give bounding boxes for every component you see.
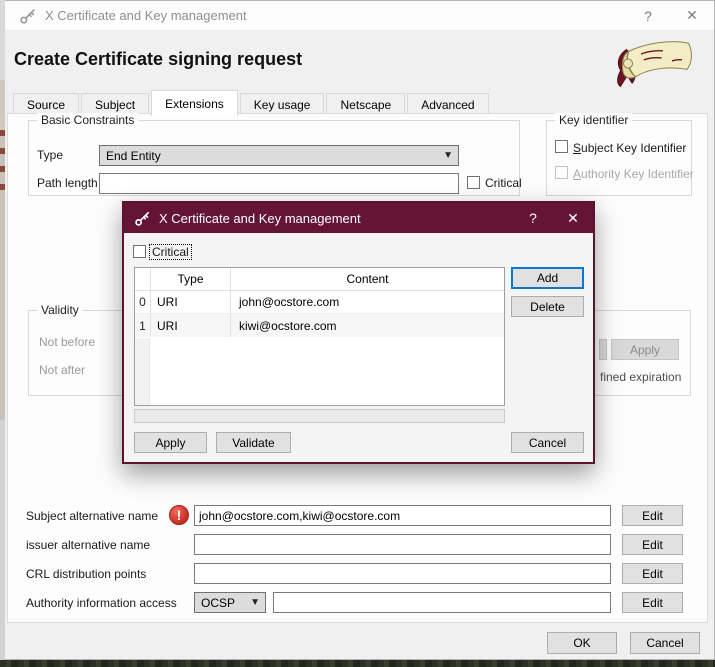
close-button[interactable]: ✕ [670, 1, 714, 30]
basic-constraints-group: Basic Constraints Type End Entity ▼ Path… [28, 120, 520, 196]
path-length-label: Path length [37, 176, 98, 190]
issuer-alt-name-label: issuer alternative name [26, 538, 150, 552]
modal-cancel-button[interactable]: Cancel [511, 432, 584, 453]
hidden-button-sliver [599, 339, 607, 360]
table-row[interactable]: 1 URI kiwi@ocstore.com [135, 314, 504, 337]
row-content[interactable]: john@ocstore.com [230, 291, 504, 313]
horizontal-scrollbar[interactable] [134, 409, 505, 423]
row-content[interactable]: kiwi@ocstore.com [230, 314, 504, 337]
not-after-label: Not after [39, 363, 85, 377]
row-index: 1 [135, 319, 150, 333]
error-icon-glyph: ! [177, 507, 182, 523]
not-before-label: Not before [39, 335, 95, 349]
authority-info-access-combobox-value: OCSP [201, 596, 235, 610]
table-row[interactable]: 0 URI john@ocstore.com [135, 291, 504, 314]
crl-distribution-points-label: CRL distribution points [26, 567, 146, 581]
row-type[interactable]: URI [150, 314, 230, 337]
subject-alt-name-edit-button[interactable]: Edit [622, 505, 683, 526]
crl-distribution-points-edit-button[interactable]: Edit [622, 563, 683, 584]
type-combobox[interactable]: End Entity ▼ [99, 145, 459, 166]
row-type[interactable]: URI [150, 291, 230, 313]
key-icon [19, 7, 37, 25]
authority-info-access-edit-button[interactable]: Edit [622, 592, 683, 613]
content-column-header[interactable]: Content [230, 268, 504, 290]
modal-apply-button[interactable]: Apply [134, 432, 207, 453]
type-column-header[interactable]: Type [150, 268, 230, 290]
authority-info-access-input[interactable] [273, 592, 611, 613]
modal-titlebar: X Certificate and Key management ? ✕ [124, 203, 593, 233]
window-title: X Certificate and Key management [45, 8, 247, 23]
modal-critical-label: Critical [150, 245, 191, 259]
subject-key-identifier-checkbox[interactable] [555, 140, 568, 153]
chevron-down-icon: ▼ [443, 150, 453, 161]
error-icon: ! [169, 505, 189, 525]
crl-distribution-points-input[interactable] [194, 563, 611, 584]
modal-title: X Certificate and Key management [159, 211, 361, 226]
page-title: Create Certificate signing request [14, 49, 302, 70]
path-length-input[interactable] [99, 173, 459, 194]
critical-label: Critical [485, 176, 522, 190]
san-table[interactable]: Type Content 0 URI john@ocstore.com 1 UR… [134, 267, 505, 406]
main-titlebar: X Certificate and Key management ? ✕ [5, 1, 714, 31]
key-identifier-group: Key identifier Subject Key Identifier Au… [546, 120, 692, 196]
basic-constraints-legend: Basic Constraints [37, 113, 138, 127]
desktop: X Certificate and Key management ? ✕ Cre… [0, 0, 715, 667]
key-identifier-legend: Key identifier [555, 113, 632, 127]
cancel-button[interactable]: Cancel [630, 632, 700, 654]
authority-info-access-combobox[interactable]: OCSP ▼ [194, 592, 266, 613]
subject-alt-name-input[interactable] [194, 505, 611, 526]
critical-checkbox[interactable] [467, 176, 480, 189]
add-button[interactable]: Add [511, 267, 584, 289]
no-well-defined-expiration-label: fined expiration [600, 370, 681, 384]
type-combobox-value: End Entity [106, 149, 161, 163]
modal-close-button[interactable]: ✕ [553, 203, 593, 233]
authority-key-identifier-checkbox [555, 166, 568, 179]
subject-alt-name-label: Subject alternative name [26, 509, 158, 523]
type-label: Type [37, 148, 63, 162]
help-button[interactable]: ? [626, 1, 670, 30]
validity-legend: Validity [37, 303, 83, 317]
validity-apply-button[interactable]: Apply [611, 339, 679, 360]
row-index: 0 [135, 295, 150, 309]
validate-button[interactable]: Validate [216, 432, 291, 453]
issuer-alt-name-input[interactable] [194, 534, 611, 555]
subject-key-identifier-label: Subject Key Identifier [573, 141, 686, 155]
tab-extensions[interactable]: Extensions [151, 90, 238, 116]
ok-button[interactable]: OK [547, 632, 617, 654]
authority-info-access-label: Authority information access [26, 596, 177, 610]
chevron-down-icon: ▼ [250, 597, 260, 608]
delete-button[interactable]: Delete [511, 296, 584, 317]
row-number-gutter [135, 338, 150, 405]
san-editor-dialog: X Certificate and Key management ? ✕ Cri… [122, 201, 595, 464]
certificate-logo [606, 37, 698, 87]
modal-critical-checkbox[interactable] [133, 245, 146, 258]
modal-help-button[interactable]: ? [513, 203, 553, 233]
key-icon [134, 210, 151, 227]
issuer-alt-name-edit-button[interactable]: Edit [622, 534, 683, 555]
san-table-header: Type Content [135, 268, 504, 291]
authority-key-identifier-label: Authority Key Identifier [573, 167, 694, 181]
